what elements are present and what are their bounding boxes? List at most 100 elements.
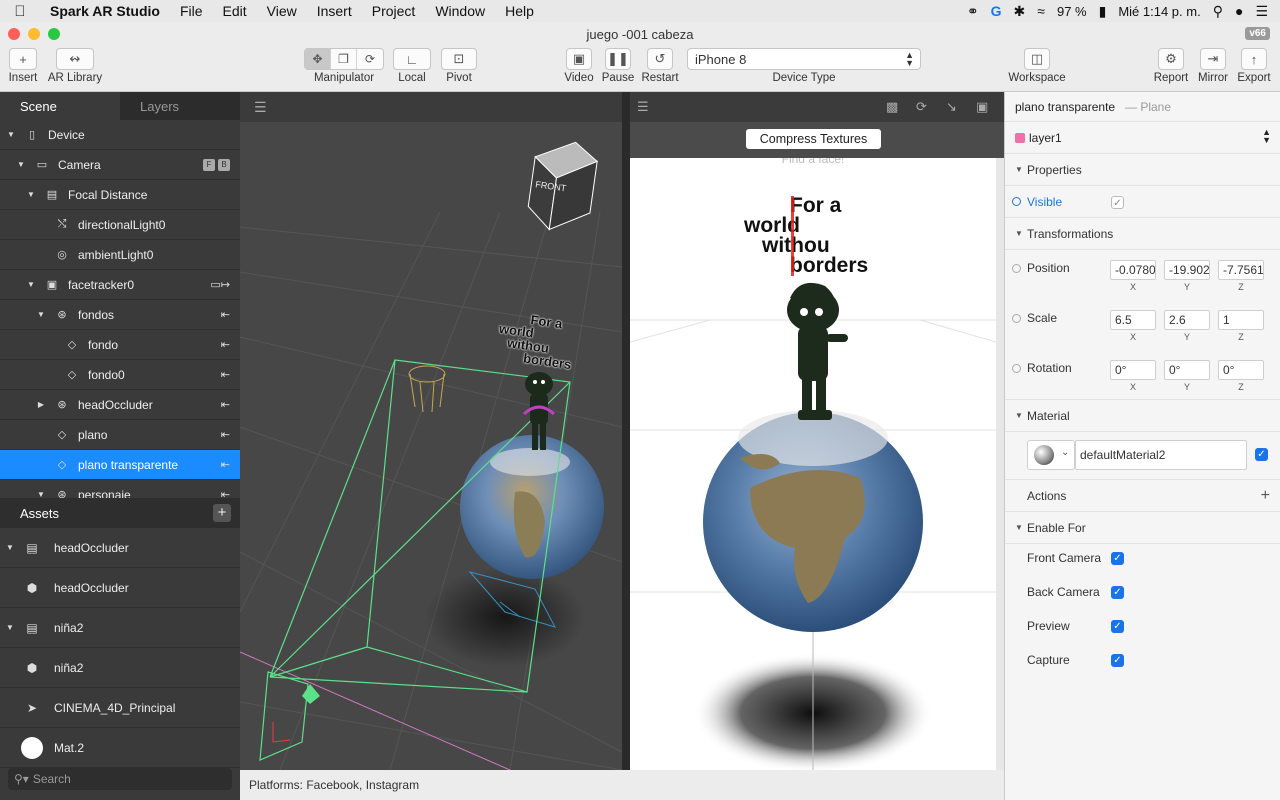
back-camera-checkbox[interactable]: ✓ bbox=[1111, 586, 1124, 599]
capture-checkbox[interactable]: ✓ bbox=[1111, 654, 1124, 667]
scene-tree-row[interactable]: ◎ ambientLight0 bbox=[0, 240, 240, 270]
scene-tree-row[interactable]: ▼ ⊛ personaje ⇤ bbox=[0, 480, 240, 499]
tab-scene[interactable]: Scene bbox=[0, 92, 120, 120]
material-enabled-checkbox[interactable]: ✓ bbox=[1255, 448, 1268, 461]
notification-list-icon[interactable]: ☰ bbox=[1255, 3, 1268, 20]
link-icon[interactable]: ⇤ bbox=[221, 488, 230, 498]
scale-keyframe-radio[interactable] bbox=[1012, 314, 1021, 323]
rotate-icon[interactable]: ⟳ bbox=[357, 49, 383, 69]
scene-tree-row[interactable]: ▼ ▯ Device bbox=[0, 120, 240, 150]
scene-tree-row[interactable]: ▼ ▭ Camera F B bbox=[0, 150, 240, 180]
asset-row[interactable]: ▼ ▤ niña2 bbox=[0, 608, 240, 648]
resize-icon[interactable]: ↘ bbox=[946, 99, 957, 115]
menu-app-name[interactable]: Spark AR Studio bbox=[40, 3, 170, 19]
position-keyframe-radio[interactable] bbox=[1012, 264, 1021, 273]
workspace-button[interactable]: ◫ bbox=[1024, 48, 1050, 70]
menu-window[interactable]: Window bbox=[425, 3, 495, 19]
asset-row[interactable]: Mat.2 bbox=[0, 728, 240, 768]
report-button[interactable]: ⚙ bbox=[1158, 48, 1184, 70]
fullscreen-icon[interactable]: ▣ bbox=[976, 99, 988, 115]
scene-tree-row[interactable]: ▼ ▤ Focal Distance bbox=[0, 180, 240, 210]
add-asset-button[interactable]: + bbox=[213, 504, 231, 522]
scene-tree-row[interactable]: ◇ plano transparente ⇤ bbox=[0, 450, 240, 480]
export-button[interactable]: ↑ bbox=[1241, 48, 1267, 70]
battery-icon[interactable]: ▮ bbox=[1099, 3, 1107, 20]
preview-canvas[interactable]: Find a face! For a world withou borders bbox=[630, 158, 996, 770]
front-camera-checkbox[interactable]: ✓ bbox=[1111, 552, 1124, 565]
collapsed-triangle-icon[interactable]: ▶ bbox=[36, 400, 46, 409]
scene-tree-row[interactable]: ◇ fondo ⇤ bbox=[0, 330, 240, 360]
link-icon[interactable]: ⇤ bbox=[221, 308, 230, 321]
scale-x-field[interactable]: 6.5 bbox=[1110, 310, 1156, 330]
preview-checkbox[interactable]: ✓ bbox=[1111, 620, 1124, 633]
local-button[interactable]: ∟ bbox=[393, 48, 431, 70]
pause-button[interactable]: ❚❚ bbox=[605, 48, 631, 70]
camera-badge[interactable]: B bbox=[218, 159, 230, 171]
asset-row[interactable]: ⬢ headOccluder bbox=[0, 568, 240, 608]
position-y-field[interactable]: -19.902 bbox=[1164, 260, 1210, 280]
visible-checkbox[interactable]: ✓ bbox=[1111, 196, 1124, 209]
expand-triangle-icon[interactable]: ▼ bbox=[0, 623, 20, 632]
rotation-keyframe-radio[interactable] bbox=[1012, 364, 1021, 373]
clock[interactable]: Mié 1:14 p. m. bbox=[1118, 4, 1200, 19]
device-type-select[interactable]: iPhone 8 ▲ ▼ bbox=[687, 48, 921, 70]
material-thumbnail-button[interactable]: ⌄ bbox=[1027, 440, 1075, 470]
menu-edit[interactable]: Edit bbox=[213, 3, 257, 19]
apple-icon[interactable]:  bbox=[0, 3, 40, 20]
position-z-field[interactable]: -7.7561 bbox=[1218, 260, 1264, 280]
asset-row[interactable]: ⬢ niña2 bbox=[0, 648, 240, 688]
asset-row[interactable]: ➤ CINEMA_4D_Principal bbox=[0, 688, 240, 728]
expand-triangle-icon[interactable]: ▼ bbox=[16, 160, 26, 169]
rotation-z-field[interactable]: 0° bbox=[1218, 360, 1264, 380]
asset-row[interactable]: ▼ ▤ headOccluder bbox=[0, 528, 240, 568]
menu-insert[interactable]: Insert bbox=[307, 3, 362, 19]
panel-divider[interactable] bbox=[622, 92, 630, 770]
scene-tree-row[interactable]: ◇ fondo0 ⇤ bbox=[0, 360, 240, 390]
scene-tree-row[interactable]: ▼ ▣ facetracker0 ▭↦ bbox=[0, 270, 240, 300]
material-section[interactable]: ▼ Material bbox=[1005, 400, 1280, 432]
compress-textures-button[interactable]: Compress Textures bbox=[746, 129, 881, 149]
ar-library-button[interactable]: ↭ bbox=[56, 48, 94, 70]
menu-file[interactable]: File bbox=[170, 3, 213, 19]
rotation-y-field[interactable]: 0° bbox=[1164, 360, 1210, 380]
enable-for-section[interactable]: ▼ Enable For bbox=[1005, 512, 1280, 544]
link-icon[interactable]: ⇤ bbox=[221, 338, 230, 351]
bluetooth-icon[interactable]: ✱ bbox=[1014, 3, 1026, 20]
transformations-section[interactable]: ▼ Transformations bbox=[1005, 218, 1280, 250]
mirror-button[interactable]: ⇥ bbox=[1200, 48, 1226, 70]
wifi-icon[interactable]: ≈ bbox=[1037, 3, 1045, 19]
expand-triangle-icon[interactable]: ▼ bbox=[26, 190, 36, 199]
search-icon[interactable]: ⚲ bbox=[1213, 3, 1223, 20]
link-icon[interactable]: ⇤ bbox=[221, 428, 230, 441]
material-field[interactable]: defaultMaterial2 bbox=[1075, 440, 1247, 470]
scene-tree-row[interactable]: ◇ plano ⇤ bbox=[0, 420, 240, 450]
visible-keyframe-radio[interactable] bbox=[1012, 197, 1021, 206]
siri-icon[interactable]: ● bbox=[1235, 3, 1243, 19]
properties-section[interactable]: ▼ Properties bbox=[1005, 154, 1280, 186]
camera-badge[interactable]: F bbox=[203, 159, 215, 171]
scene-viewport[interactable]: FRONT ☰ For a world withou borders bbox=[240, 92, 622, 770]
expand-triangle-icon[interactable]: ▼ bbox=[0, 543, 20, 552]
scene-tree-row[interactable]: ▶ ⊛ headOccluder ⇤ bbox=[0, 390, 240, 420]
pivot-button[interactable]: ⊡ bbox=[441, 48, 477, 70]
expand-triangle-icon[interactable]: ▼ bbox=[36, 310, 46, 319]
asset-search-input[interactable]: ⚲▾ Search bbox=[8, 768, 232, 790]
link-icon[interactable]: ▭↦ bbox=[210, 278, 230, 291]
scene-tree-row[interactable]: ▼ ⊛ fondos ⇤ bbox=[0, 300, 240, 330]
qr-icon[interactable]: ▩ bbox=[886, 99, 898, 115]
refresh-icon[interactable]: ⟳ bbox=[916, 99, 927, 115]
add-action-button[interactable]: + bbox=[1261, 487, 1270, 505]
creative-cloud-icon[interactable]: ⚭ bbox=[967, 3, 979, 20]
move-icon[interactable]: ✥ bbox=[305, 49, 331, 69]
scale-y-field[interactable]: 2.6 bbox=[1164, 310, 1210, 330]
viewport-menu-icon[interactable]: ☰ bbox=[254, 99, 267, 116]
restart-button[interactable]: ↺ bbox=[647, 48, 673, 70]
expand-triangle-icon[interactable]: ▼ bbox=[6, 130, 16, 139]
preview-menu-icon[interactable]: ☰ bbox=[637, 99, 649, 115]
link-icon[interactable]: ⇤ bbox=[221, 368, 230, 381]
tab-layers[interactable]: Layers bbox=[120, 92, 240, 120]
g-app-icon[interactable]: G bbox=[991, 3, 1002, 19]
link-icon[interactable]: ⇤ bbox=[221, 458, 230, 471]
scale-tool-icon[interactable]: ❐ bbox=[331, 49, 357, 69]
position-x-field[interactable]: -0.0780 bbox=[1110, 260, 1156, 280]
